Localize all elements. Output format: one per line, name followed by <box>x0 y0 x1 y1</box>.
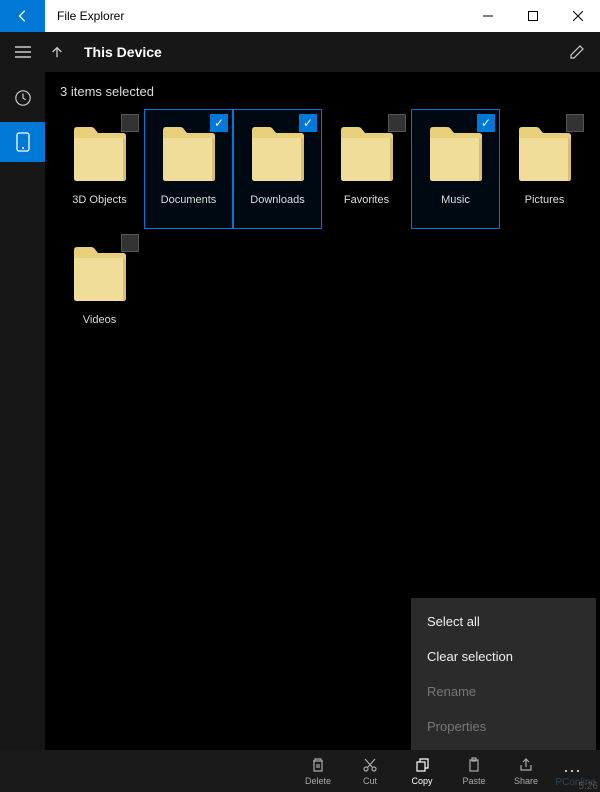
folder-icon <box>159 118 219 186</box>
toolbar-label: Delete <box>305 776 331 786</box>
folder-icon <box>337 118 397 186</box>
close-button[interactable] <box>555 0 600 32</box>
sidebar-item-recent[interactable] <box>0 78 45 118</box>
toolbar-cut-button[interactable]: Cut <box>344 750 396 792</box>
back-button[interactable] <box>0 0 45 32</box>
hamburger-menu-button[interactable] <box>8 37 38 67</box>
folder-item[interactable]: ✓ Documents <box>144 109 233 229</box>
context-menu: Select allClear selectionRenamePropertie… <box>411 598 596 750</box>
location-title: This Device <box>84 44 162 60</box>
folder-icon <box>515 118 575 186</box>
folder-item[interactable]: ✓ Music <box>411 109 500 229</box>
folder-icon <box>426 118 486 186</box>
folder-item[interactable]: ✓ Downloads <box>233 109 322 229</box>
folder-name: Favorites <box>344 194 389 206</box>
toolbar-label: Share <box>514 776 538 786</box>
share-icon <box>518 756 534 774</box>
up-arrow-button[interactable] <box>42 37 72 67</box>
window-title: File Explorer <box>45 9 465 23</box>
edit-button[interactable] <box>562 37 592 67</box>
folder-name: Videos <box>83 314 116 326</box>
bottom-toolbar: Delete Cut Copy Paste Share ⋯ <box>0 750 600 792</box>
folder-icon <box>248 118 308 186</box>
sidebar <box>0 72 45 756</box>
header: This Device <box>0 32 600 72</box>
context-menu-item[interactable]: Clear selection <box>411 639 596 674</box>
window-controls <box>465 0 600 32</box>
sidebar-item-this-device[interactable] <box>0 122 45 162</box>
context-menu-item: Properties <box>411 709 596 744</box>
folder-name: Music <box>441 194 470 206</box>
folder-grid: 3D Objects ✓ Documents✓ Downloads Favorit… <box>55 109 590 349</box>
toolbar-label: Cut <box>363 776 377 786</box>
paste-icon <box>466 756 482 774</box>
folder-item[interactable]: Favorites <box>322 109 411 229</box>
context-menu-item: Rename <box>411 674 596 709</box>
cut-icon <box>362 756 378 774</box>
toolbar-paste-button[interactable]: Paste <box>448 750 500 792</box>
toolbar-share-button[interactable]: Share <box>500 750 552 792</box>
folder-name: Documents <box>161 194 217 206</box>
toolbar-delete-button[interactable]: Delete <box>292 750 344 792</box>
folder-name: Downloads <box>250 194 304 206</box>
toolbar-more-button[interactable]: ⋯ <box>552 750 592 792</box>
folder-item[interactable]: Videos <box>55 229 144 349</box>
copy-icon <box>414 756 430 774</box>
toolbar-label: Copy <box>411 776 432 786</box>
folder-name: Pictures <box>525 194 565 206</box>
selection-status: 3 items selected <box>55 84 590 99</box>
folder-icon <box>70 118 130 186</box>
titlebar: File Explorer <box>0 0 600 32</box>
folder-icon <box>70 238 130 306</box>
maximize-button[interactable] <box>510 0 555 32</box>
folder-item[interactable]: 3D Objects <box>55 109 144 229</box>
toolbar-label: Paste <box>462 776 485 786</box>
folder-item[interactable]: Pictures <box>500 109 589 229</box>
trash-icon <box>310 756 326 774</box>
context-menu-item[interactable]: Select all <box>411 604 596 639</box>
toolbar-copy-button[interactable]: Copy <box>396 750 448 792</box>
folder-name: 3D Objects <box>72 194 126 206</box>
minimize-button[interactable] <box>465 0 510 32</box>
